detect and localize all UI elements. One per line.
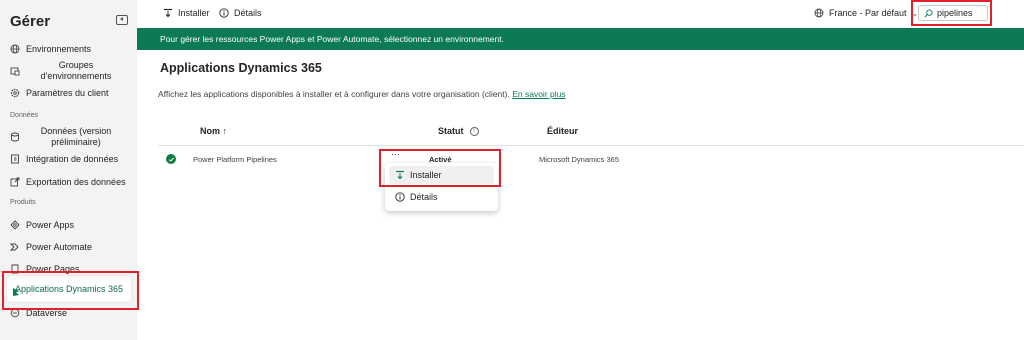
power-automate-icon	[10, 242, 20, 252]
sidebar-item-label: Dataverse	[26, 308, 68, 318]
gear-icon	[10, 88, 20, 98]
dynamics-icon	[11, 284, 21, 296]
install-icon	[163, 8, 173, 18]
info-icon	[395, 192, 405, 202]
collapse-sidebar-icon[interactable]	[116, 15, 128, 25]
sidebar-item-label: Environnements	[26, 44, 92, 54]
sidebar-item-power-automate[interactable]: Power Automate	[10, 242, 92, 252]
info-banner: Pour gérer les ressources Power Apps et …	[137, 28, 1024, 50]
learn-more-link[interactable]: En savoir plus	[512, 89, 565, 99]
sidebar-item-data-integration[interactable]: Intégration de données	[10, 154, 118, 164]
page-title: Applications Dynamics 365	[160, 61, 322, 75]
sidebar-item-power-pages[interactable]: Power Pages	[10, 264, 80, 274]
column-header-name[interactable]: Nom ↑	[200, 126, 227, 136]
header-divider	[158, 145, 1024, 146]
page-description: Affichez les applications disponibles à …	[158, 89, 566, 99]
search-icon	[924, 8, 933, 18]
details-label: Détails	[234, 8, 262, 18]
section-heading-products: Produits	[10, 199, 36, 206]
column-header-label: Statut	[438, 126, 464, 136]
globe-icon	[10, 44, 20, 54]
sidebar-item-label: Paramètres du client	[26, 88, 109, 98]
row-editor: Microsoft Dynamics 365	[539, 155, 620, 164]
column-header-status[interactable]: Statut i	[438, 126, 479, 136]
sidebar: Gérer Environnements Groupes d'environne…	[0, 0, 137, 340]
sidebar-item-tenant-settings[interactable]: Paramètres du client	[10, 88, 109, 98]
column-header-editor[interactable]: Éditeur	[547, 126, 578, 136]
banner-text: Pour gérer les ressources Power Apps et …	[160, 34, 504, 44]
region-selector[interactable]: France - Par défaut ⌄	[814, 8, 918, 18]
info-icon	[219, 8, 229, 18]
install-icon	[395, 170, 405, 180]
search-value: pipelines	[937, 8, 973, 18]
install-button[interactable]: Installer	[163, 8, 210, 18]
command-bar: Installer Détails France - Par défaut ⌄ …	[137, 0, 1024, 28]
export-icon	[10, 177, 20, 187]
sidebar-item-label: Données (version préliminaire)	[40, 126, 112, 147]
sidebar-item-dataverse[interactable]: Dataverse	[10, 308, 67, 318]
sidebar-item-label: Applications Dynamics 365	[14, 283, 124, 294]
row-context-menu: Installer Détails	[385, 163, 498, 211]
sidebar-item-dynamics-365[interactable]: Applications Dynamics 365	[7, 276, 131, 302]
column-header-label: Éditeur	[547, 126, 579, 136]
sidebar-item-data-preview[interactable]: Données (version préliminaire)	[10, 126, 126, 148]
menu-item-install[interactable]: Installer	[389, 166, 494, 184]
sidebar-item-label: Power Automate	[26, 242, 93, 252]
column-header-label: Nom ↑	[200, 126, 227, 136]
row-app-name[interactable]: Power Platform Pipelines	[193, 155, 277, 164]
integration-icon	[10, 154, 20, 164]
section-heading-data: Données	[10, 112, 39, 119]
region-label: France - Par défaut	[829, 8, 907, 18]
power-apps-icon	[10, 220, 20, 230]
details-button[interactable]: Détails	[219, 8, 262, 18]
sidebar-item-power-apps[interactable]: Power Apps	[10, 220, 74, 230]
install-label: Installer	[178, 8, 210, 18]
env-groups-icon	[10, 66, 20, 76]
sidebar-item-environments[interactable]: Environnements	[10, 44, 91, 54]
row-selected-check-icon[interactable]	[166, 154, 176, 164]
info-icon[interactable]: i	[469, 126, 479, 136]
data-icon	[10, 132, 20, 142]
sidebar-item-label: Power Apps	[26, 220, 75, 230]
globe-icon	[814, 8, 824, 18]
sidebar-item-label: Groupes d'environnements	[40, 60, 112, 81]
description-text: Affichez les applications disponibles à …	[158, 89, 510, 99]
menu-item-details[interactable]: Détails	[389, 188, 494, 206]
sidebar-item-environment-groups[interactable]: Groupes d'environnements	[10, 60, 126, 82]
menu-item-label: Détails	[410, 192, 438, 202]
sidebar-item-data-export[interactable]: Exportation des données	[10, 177, 126, 187]
sidebar-title: Gérer	[10, 13, 51, 30]
sidebar-item-label: Exportation des données	[26, 177, 126, 187]
power-pages-icon	[10, 264, 20, 274]
dataverse-icon	[10, 308, 20, 318]
search-input[interactable]: pipelines	[918, 5, 988, 21]
more-options-icon[interactable]: ···	[391, 149, 400, 159]
sidebar-item-label: Power Pages	[26, 264, 80, 274]
menu-item-label: Installer	[410, 170, 442, 180]
sidebar-item-label: Intégration de données	[26, 154, 119, 164]
